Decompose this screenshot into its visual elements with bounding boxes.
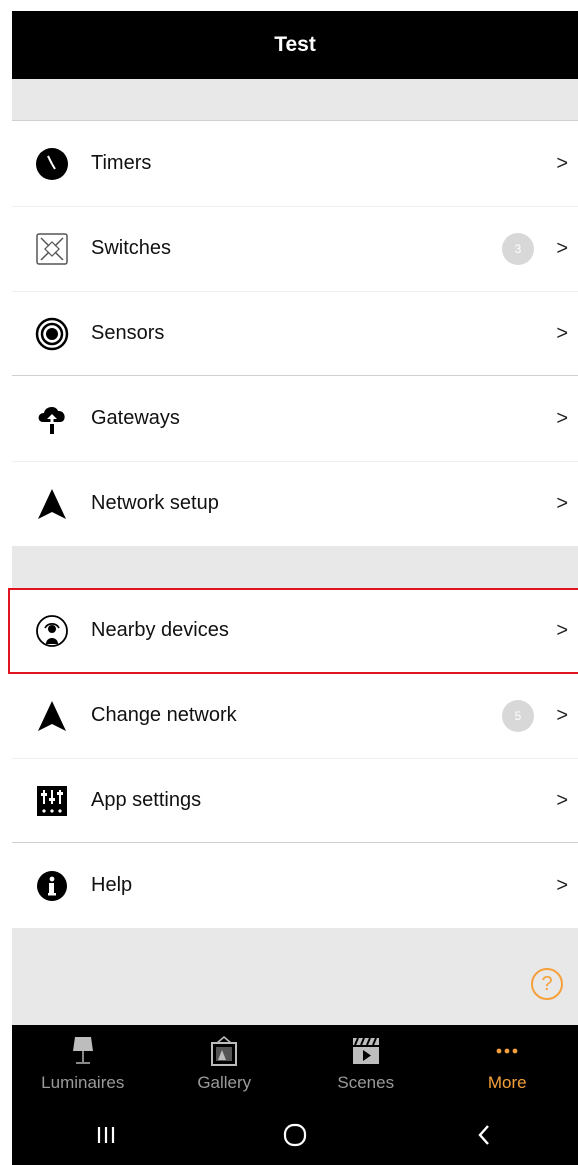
tab-gallery[interactable]: Gallery bbox=[154, 1025, 296, 1105]
page-title: Test bbox=[274, 33, 316, 56]
question-circle-icon[interactable]: ? bbox=[531, 968, 563, 1000]
section-gap bbox=[12, 546, 578, 588]
menu-item-label: Timers bbox=[91, 152, 152, 174]
menu-item-gateways[interactable]: Gateways > bbox=[12, 376, 578, 461]
menu-group-devices: Timers > Switches 3 > Sensors > bbox=[12, 121, 578, 376]
menu-group-app: Nearby devices > Change network 5 > App … bbox=[12, 588, 578, 843]
tab-luminaires[interactable]: Luminaires bbox=[12, 1025, 154, 1105]
tab-label: Luminaires bbox=[41, 1073, 125, 1092]
menu-item-label: App settings bbox=[91, 789, 202, 811]
menu-item-sensors[interactable]: Sensors > bbox=[12, 291, 578, 376]
home-icon[interactable] bbox=[265, 1115, 325, 1155]
chevron-right-icon: > bbox=[556, 407, 568, 429]
count-badge: 3 bbox=[502, 232, 534, 265]
menu-item-help[interactable]: Help > bbox=[12, 843, 578, 928]
chevron-right-icon: > bbox=[556, 874, 568, 896]
tab-more[interactable]: More bbox=[437, 1025, 578, 1105]
chevron-right-icon: > bbox=[556, 492, 568, 514]
lamp-icon bbox=[70, 1035, 96, 1067]
chevron-right-icon: > bbox=[556, 237, 568, 259]
section-gap bbox=[12, 79, 578, 121]
menu-item-label: Gateways bbox=[91, 407, 180, 429]
chevron-right-icon: > bbox=[556, 152, 568, 174]
back-icon[interactable] bbox=[454, 1115, 514, 1155]
network-arrow-icon bbox=[34, 698, 70, 734]
menu-item-label: Sensors bbox=[91, 322, 165, 344]
footer-gap bbox=[12, 928, 578, 1025]
chevron-right-icon: > bbox=[556, 704, 568, 726]
menu-item-timers[interactable]: Timers > bbox=[12, 121, 578, 206]
menu-item-change-network[interactable]: Change network 5 > bbox=[12, 673, 578, 758]
menu-item-label: Change network bbox=[91, 704, 237, 726]
menu-item-switches[interactable]: Switches 3 > bbox=[12, 206, 578, 291]
count-badge: 5 bbox=[502, 699, 534, 732]
clock-icon bbox=[34, 146, 70, 182]
bottom-tab-bar: Luminaires Gallery Scenes More bbox=[12, 1025, 578, 1105]
menu-item-app-settings[interactable]: App settings > bbox=[12, 758, 578, 843]
info-icon bbox=[34, 868, 70, 904]
system-nav-bar bbox=[12, 1105, 578, 1165]
tab-label: Gallery bbox=[197, 1073, 252, 1092]
menu-item-label: Nearby devices bbox=[91, 619, 229, 641]
recent-apps-icon[interactable] bbox=[76, 1115, 136, 1155]
chevron-right-icon: > bbox=[556, 789, 568, 811]
clapperboard-icon bbox=[349, 1035, 383, 1067]
app-header: Test bbox=[12, 11, 578, 79]
menu-item-label: Switches bbox=[91, 237, 172, 259]
menu-item-label: Network setup bbox=[91, 492, 219, 514]
cloud-upload-icon bbox=[34, 401, 70, 437]
switch-icon bbox=[34, 231, 70, 267]
tab-scenes[interactable]: Scenes bbox=[295, 1025, 437, 1105]
network-arrow-icon bbox=[34, 486, 70, 522]
gallery-icon bbox=[208, 1035, 240, 1067]
menu-item-label: Help bbox=[91, 874, 133, 896]
menu-group-network: Gateways > Network setup > bbox=[12, 375, 578, 546]
chevron-right-icon: > bbox=[556, 322, 568, 344]
more-dots-icon bbox=[492, 1035, 522, 1067]
sliders-icon bbox=[34, 783, 70, 819]
menu-item-network-setup[interactable]: Network setup > bbox=[12, 461, 578, 546]
chevron-right-icon: > bbox=[556, 619, 568, 641]
tab-label: More bbox=[487, 1073, 527, 1092]
nearby-devices-icon bbox=[34, 613, 70, 649]
tab-label: Scenes bbox=[337, 1073, 395, 1092]
sensor-icon bbox=[34, 316, 70, 352]
screen: Test Timers > Switches 3 > Sensors > Gat… bbox=[0, 0, 578, 1165]
menu-item-nearby-devices[interactable]: Nearby devices > bbox=[12, 588, 578, 673]
menu-group-help: Help > bbox=[12, 842, 578, 928]
